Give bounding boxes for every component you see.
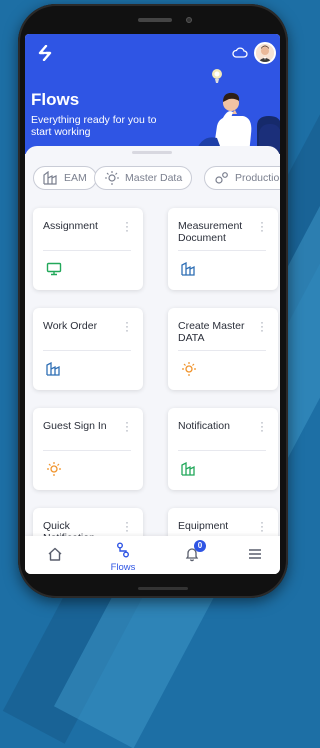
card-title: Notification	[178, 420, 230, 432]
more-options-icon[interactable]: · · ·	[259, 416, 265, 436]
more-options-icon[interactable]: · · ·	[124, 416, 130, 436]
avatar-icon	[256, 44, 274, 62]
filter-chip-label: EAM	[64, 172, 87, 184]
logo-icon	[38, 44, 52, 62]
nav-menu[interactable]	[235, 542, 275, 572]
app-screen: Flows Everything ready for you to start …	[25, 34, 280, 574]
factory-icon	[43, 171, 57, 185]
filter-chip-label: Production	[235, 172, 280, 184]
more-options-icon[interactable]: · · ·	[259, 216, 265, 236]
card-title: Create Master DATA	[178, 320, 245, 344]
factory-icon	[181, 262, 195, 276]
more-options-icon[interactable]: · · ·	[259, 316, 265, 336]
card-divider	[178, 450, 266, 451]
factory-icon	[181, 462, 195, 476]
flow-card-work-order[interactable]: Work Order · · ·	[33, 308, 143, 390]
card-title: Assignment	[43, 220, 98, 232]
front-camera	[186, 17, 192, 23]
drag-handle[interactable]	[132, 151, 172, 154]
card-title: Guest Sign In	[43, 420, 107, 432]
phone-frame: Flows Everything ready for you to start …	[18, 4, 288, 598]
card-divider	[43, 250, 131, 251]
more-options-icon[interactable]: · · ·	[259, 516, 265, 536]
page-title: Flows	[31, 90, 80, 109]
factory-icon	[46, 362, 60, 376]
header-banner: Flows Everything ready for you to start …	[25, 34, 280, 154]
bulb-icon	[182, 362, 196, 376]
filter-chip-label: Master Data	[125, 172, 183, 184]
notification-badge: 0	[194, 540, 206, 552]
flow-card-create-master-data[interactable]: Create Master DATA · · ·	[168, 308, 278, 390]
more-options-icon[interactable]: · · ·	[124, 516, 130, 536]
home-icon	[48, 547, 62, 561]
filter-chip-master-data[interactable]: Master Data	[94, 166, 193, 190]
flow-card-measurement-document[interactable]: Measurement Document · · ·	[168, 208, 278, 290]
more-options-icon[interactable]: · · ·	[124, 316, 130, 336]
card-title: Equipment	[178, 520, 229, 532]
card-divider	[43, 450, 131, 451]
illustration-person-thinking	[183, 69, 280, 154]
nav-flows[interactable]: Flows	[103, 542, 143, 573]
card-title: Measurement Document	[178, 220, 243, 244]
avatar[interactable]	[254, 42, 276, 64]
monitor-icon	[46, 262, 62, 276]
bulb-icon	[105, 171, 119, 185]
card-divider	[178, 350, 266, 351]
bulb-icon	[47, 462, 61, 476]
menu-icon	[249, 549, 261, 559]
card-divider	[43, 350, 131, 351]
nav-notifications[interactable]: 0	[172, 540, 212, 572]
flow-card-guest-sign-in[interactable]: Guest Sign In · · ·	[33, 408, 143, 490]
home-indicator	[138, 587, 188, 590]
card-title: Work Order	[43, 320, 98, 332]
more-options-icon[interactable]: · · ·	[124, 216, 130, 236]
filter-chip-eam[interactable]: EAM	[33, 166, 97, 190]
page-subtitle: Everything ready for you to start workin…	[31, 114, 157, 138]
speaker-grille	[138, 18, 172, 22]
nav-flows-label: Flows	[110, 562, 136, 573]
card-divider	[178, 250, 266, 251]
filter-chip-production[interactable]: Production	[204, 166, 280, 190]
nav-home[interactable]	[35, 542, 75, 572]
flows-panel: EAM Master Data Production	[25, 146, 280, 574]
flow-card-assignment[interactable]: Assignment · · ·	[33, 208, 143, 290]
gears-icon	[215, 172, 228, 184]
flows-icon	[117, 542, 129, 558]
cloud-icon[interactable]	[232, 46, 248, 58]
filter-chips: EAM Master Data Production	[25, 166, 280, 192]
app-logo[interactable]	[37, 44, 53, 65]
bottom-navigation: Flows 0	[25, 536, 280, 574]
flow-card-notification[interactable]: Notification · · ·	[168, 408, 278, 490]
